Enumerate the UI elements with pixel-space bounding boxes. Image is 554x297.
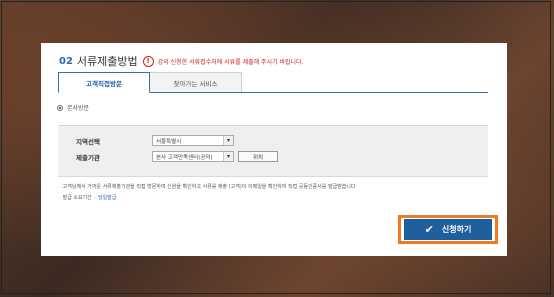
visit-option[interactable]: 본사방문 xyxy=(57,103,89,112)
chevron-down-icon: ▾ xyxy=(223,136,233,145)
note-line-2-prefix: 발급 소요기간 : xyxy=(62,195,96,201)
location-button[interactable]: 위치 xyxy=(238,151,278,162)
note-line-2: · 발급 소요기간 : 당일발급 xyxy=(58,194,117,202)
section-number: 02 xyxy=(59,55,73,67)
institution-row: 제출기관 본사 고객만족센터(공덕) ▾ 위치 xyxy=(76,151,278,162)
apply-button-label: 신청하기 xyxy=(441,225,472,234)
note-line-1: · 고객님께서 가까운 서류제출기관을 직접 방문하여 신원을 확인하고 서류를… xyxy=(58,183,356,191)
section-heading: 02 서류제출방법 ! 강의 신청한 서류접수처에 서류를 제출해 주시기 바랍… xyxy=(59,53,304,69)
note-line-1-text: 고객님께서 가까운 서류제출기관을 직접 방문하여 신원을 확인하고 서류를 제… xyxy=(62,184,356,190)
tab-direct-visit[interactable]: 고객직접방문 xyxy=(58,72,150,93)
region-label: 지역선택 xyxy=(76,137,100,146)
check-icon: ✔ xyxy=(424,223,434,236)
section-notice: 강의 신청한 서류접수처에 서류를 제출해 주시기 바랍니다. xyxy=(157,58,304,66)
institution-select-value: 본사 고객만족센터(공덕) xyxy=(156,154,213,161)
institution-select[interactable]: 본사 고객만족센터(공덕) ▾ xyxy=(152,151,234,162)
institution-label: 제출기관 xyxy=(76,153,100,162)
region-row: 지역선택 서울특별시 ▾ xyxy=(76,135,234,146)
region-select-value: 서울특별시 xyxy=(156,138,182,145)
tab-visiting-service[interactable]: 찾아가는 서비스 xyxy=(150,72,242,92)
submission-method-tabs: 고객직접방문 찾아가는 서비스 xyxy=(58,72,488,93)
same-day-issue-link: 당일발급 xyxy=(98,195,117,201)
apply-button[interactable]: ✔ 신청하기 xyxy=(404,219,492,240)
radio-selected-icon[interactable] xyxy=(57,104,63,111)
section-title: 서류제출방법 xyxy=(76,55,138,68)
institution-form: 지역선택 서울특별시 ▾ 제출기관 본사 고객만족센터(공덕) ▾ 위치 xyxy=(58,125,488,177)
bullet-icon: · xyxy=(58,194,60,201)
visit-option-label: 본사방문 xyxy=(67,105,90,112)
warning-icon: ! xyxy=(142,55,154,67)
chevron-down-icon: ▾ xyxy=(223,152,233,161)
region-select[interactable]: 서울특별시 ▾ xyxy=(152,135,234,146)
bullet-icon: · xyxy=(58,183,60,190)
